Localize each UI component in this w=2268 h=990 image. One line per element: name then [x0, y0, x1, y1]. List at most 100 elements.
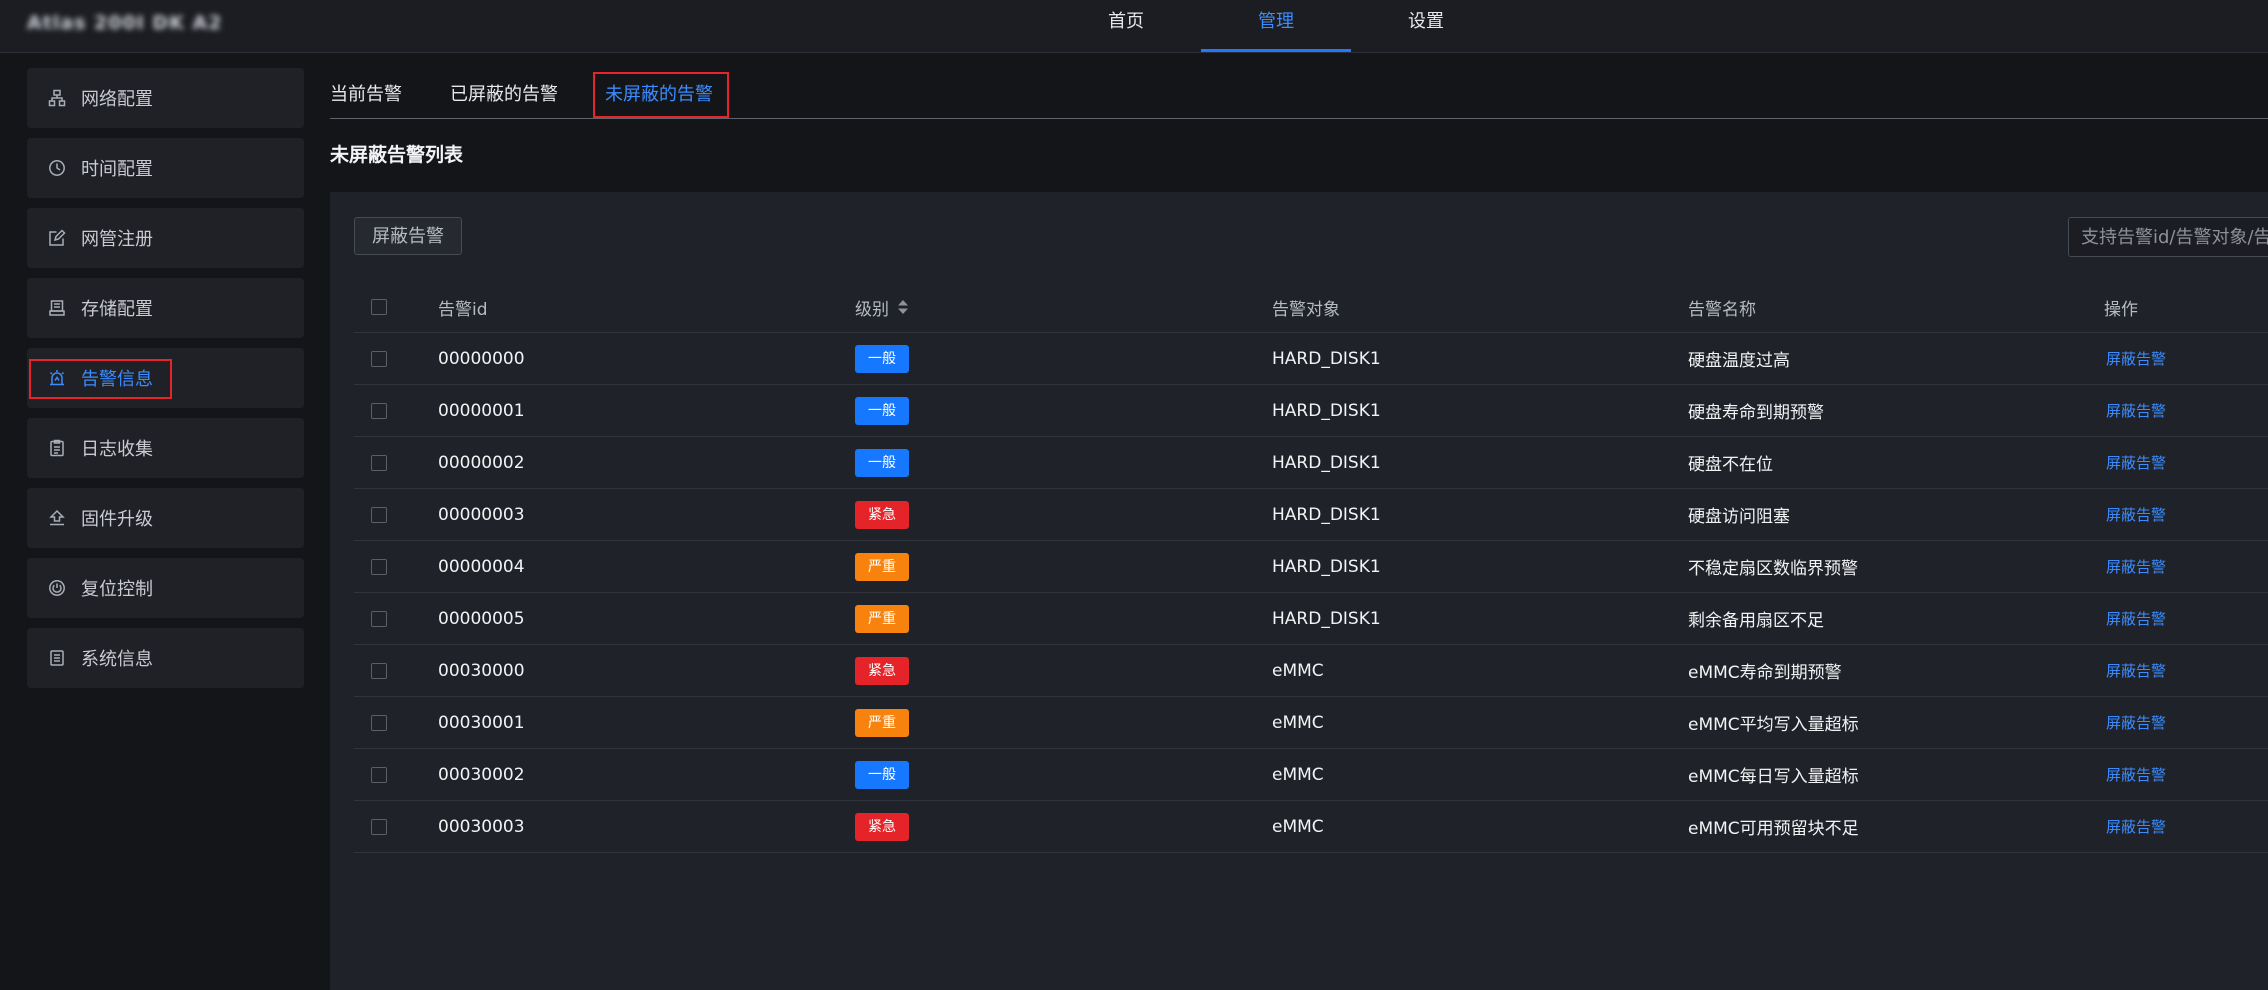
- table-row: 00030001 严重 eMMC eMMC平均写入量超标 屏蔽告警: [354, 697, 2268, 749]
- app-title: Atlas 200I DK A2: [27, 12, 223, 34]
- level-cell: 紧急: [855, 801, 909, 852]
- alarm-id: 00000004: [438, 556, 525, 577]
- mask-alarm-link[interactable]: 屏蔽告警: [2106, 712, 2166, 733]
- row-checkbox[interactable]: [371, 766, 387, 783]
- table-row: 00000000 一般 HARD_DISK1 硬盘温度过高 屏蔽告警: [354, 333, 2268, 385]
- mask-alarm-button[interactable]: 屏蔽告警: [354, 217, 462, 255]
- network-icon: [46, 87, 68, 109]
- alarm-name: eMMC寿命到期预警: [1688, 663, 1842, 683]
- table-row: 00000001 一般 HARD_DISK1 硬盘寿命到期预警 屏蔽告警: [354, 385, 2268, 437]
- mask-alarm-link[interactable]: 屏蔽告警: [2106, 816, 2166, 837]
- sidebar-item-storage[interactable]: 存储配置: [27, 278, 304, 338]
- row-checkbox[interactable]: [371, 558, 387, 575]
- sidebar-item-network[interactable]: 网络配置: [27, 68, 304, 128]
- level-cell: 一般: [855, 749, 909, 800]
- alarm-id: 00000003: [438, 504, 525, 525]
- header-alarm-object: 告警对象: [1272, 299, 1340, 320]
- search-input[interactable]: [2068, 217, 2268, 257]
- nav-item-home[interactable]: 首页: [1051, 0, 1201, 52]
- tab-current-alarms[interactable]: 当前告警: [330, 72, 402, 118]
- sidebar-item-label: 时间配置: [81, 159, 153, 180]
- row-checkbox[interactable]: [371, 402, 387, 419]
- row-checkbox[interactable]: [371, 350, 387, 367]
- row-checkbox[interactable]: [371, 454, 387, 471]
- tab-masked-alarms[interactable]: 已屏蔽的告警: [450, 72, 558, 118]
- mask-alarm-link[interactable]: 屏蔽告警: [2106, 348, 2166, 369]
- row-checkbox[interactable]: [371, 818, 387, 835]
- storage-icon: [46, 297, 68, 319]
- row-checkbox[interactable]: [371, 714, 387, 731]
- row-select-cell: [371, 697, 387, 748]
- alarm-object: eMMC: [1272, 764, 1324, 785]
- top-bar: Atlas 200I DK A2 首页 管理 设置: [0, 0, 2268, 53]
- header-action: 操作: [2104, 299, 2138, 320]
- table-row: 00000003 紧急 HARD_DISK1 硬盘访问阻塞 屏蔽告警: [354, 489, 2268, 541]
- sidebar-item-reset[interactable]: 复位控制: [27, 558, 304, 618]
- action-cell: 屏蔽告警: [2106, 645, 2166, 696]
- mask-alarm-link[interactable]: 屏蔽告警: [2106, 452, 2166, 473]
- action-cell: 屏蔽告警: [2106, 749, 2166, 800]
- sidebar-item-firmware[interactable]: 固件升级: [27, 488, 304, 548]
- level-cell: 严重: [855, 697, 909, 748]
- sidebar-item-time[interactable]: 时间配置: [27, 138, 304, 198]
- sidebar-item-label: 网络配置: [81, 89, 153, 110]
- row-select-cell: [371, 437, 387, 488]
- action-cell: 屏蔽告警: [2106, 437, 2166, 488]
- level-cell: 一般: [855, 333, 909, 384]
- sidebar-item-log[interactable]: 日志收集: [27, 418, 304, 478]
- nav-item-settings[interactable]: 设置: [1351, 0, 1501, 52]
- clock-icon: [46, 157, 68, 179]
- header-alarm-id: 告警id: [438, 299, 488, 320]
- level-badge: 紧急: [855, 500, 909, 529]
- level-cell: 严重: [855, 593, 909, 644]
- mask-alarm-link[interactable]: 屏蔽告警: [2106, 608, 2166, 629]
- alarm-panel: 屏蔽告警 告警id 级别 告警对象 告警名称 操作 00000000 一般 HARD…: [330, 192, 2268, 990]
- row-checkbox[interactable]: [371, 506, 387, 523]
- mask-alarm-link[interactable]: 屏蔽告警: [2106, 556, 2166, 577]
- nav-item-manage[interactable]: 管理: [1201, 0, 1351, 52]
- row-select-cell: [371, 541, 387, 592]
- sidebar-item-alarm[interactable]: 告警信息: [27, 348, 304, 408]
- sidebar-item-system-info[interactable]: 系统信息: [27, 628, 304, 688]
- info-icon: [46, 647, 68, 669]
- header-level[interactable]: 级别: [855, 282, 909, 332]
- alarm-object: HARD_DISK1: [1272, 452, 1381, 473]
- alarm-id: 00000002: [438, 452, 525, 473]
- level-badge: 严重: [855, 604, 909, 633]
- alarm-name: eMMC每日写入量超标: [1688, 767, 1859, 787]
- select-all-checkbox[interactable]: [371, 299, 387, 315]
- top-nav: 首页 管理 设置: [1051, 0, 1501, 52]
- mask-alarm-link[interactable]: 屏蔽告警: [2106, 764, 2166, 785]
- action-cell: 屏蔽告警: [2106, 697, 2166, 748]
- level-badge: 紧急: [855, 656, 909, 685]
- mask-alarm-link[interactable]: 屏蔽告警: [2106, 504, 2166, 525]
- alarm-object: eMMC: [1272, 712, 1324, 733]
- row-checkbox[interactable]: [371, 610, 387, 627]
- tab-unmasked-alarms[interactable]: 未屏蔽的告警: [593, 72, 729, 118]
- mask-alarm-link[interactable]: 屏蔽告警: [2106, 660, 2166, 681]
- level-cell: 一般: [855, 385, 909, 436]
- table-row: 00030000 紧急 eMMC eMMC寿命到期预警 屏蔽告警: [354, 645, 2268, 697]
- action-cell: 屏蔽告警: [2106, 801, 2166, 852]
- mask-alarm-link[interactable]: 屏蔽告警: [2106, 400, 2166, 421]
- table-row: 00000004 严重 HARD_DISK1 不稳定扇区数临界预警 屏蔽告警: [354, 541, 2268, 593]
- level-cell: 一般: [855, 437, 909, 488]
- alarm-object: HARD_DISK1: [1272, 348, 1381, 369]
- alarm-object: HARD_DISK1: [1272, 556, 1381, 577]
- upgrade-icon: [46, 507, 68, 529]
- sidebar-item-label: 系统信息: [81, 649, 153, 670]
- alarm-id: 00030002: [438, 764, 525, 785]
- sort-icon[interactable]: [897, 299, 909, 315]
- alarm-name: 硬盘访问阻塞: [1688, 507, 1790, 527]
- alarm-name: 硬盘温度过高: [1688, 351, 1790, 371]
- row-select-cell: [371, 801, 387, 852]
- edit-icon: [46, 227, 68, 249]
- level-cell: 紧急: [855, 645, 909, 696]
- log-icon: [46, 437, 68, 459]
- action-cell: 屏蔽告警: [2106, 385, 2166, 436]
- sidebar-item-nms-register[interactable]: 网管注册: [27, 208, 304, 268]
- row-checkbox[interactable]: [371, 662, 387, 679]
- level-badge: 严重: [855, 552, 909, 581]
- action-cell: 屏蔽告警: [2106, 593, 2166, 644]
- table-row: 00000005 严重 HARD_DISK1 剩余备用扇区不足 屏蔽告警: [354, 593, 2268, 645]
